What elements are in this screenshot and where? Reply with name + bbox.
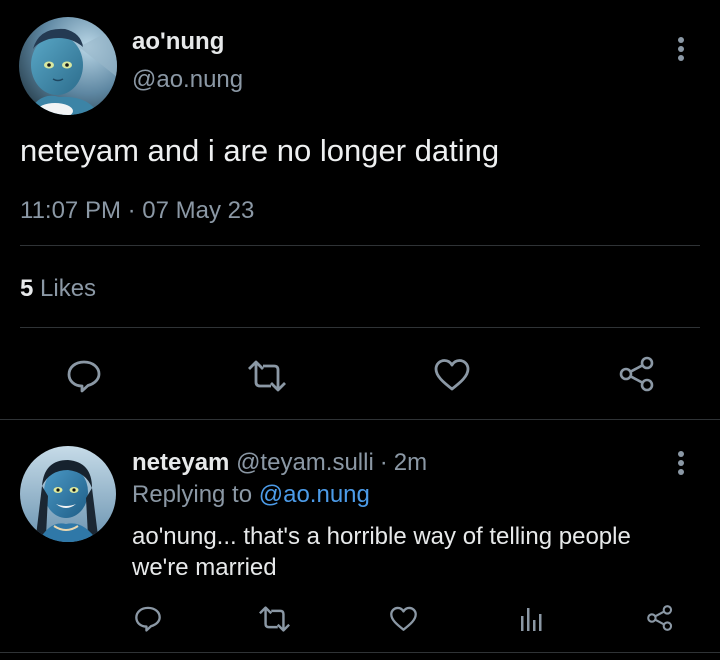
replying-handle-link[interactable]: @ao.nung	[259, 481, 370, 508]
reply-time: 2m	[393, 449, 428, 476]
likes-label: Likes	[40, 275, 97, 302]
replying-to: Replying to @ao.nung	[132, 481, 370, 509]
reply-text-line: we're married	[132, 554, 277, 581]
reply-separator: ·	[379, 449, 388, 476]
reply-text-line: ao'nung... that's a horrible way of tell…	[132, 523, 631, 550]
main-tweet-text: neteyam and i are no longer dating	[20, 133, 500, 168]
like-icon[interactable]	[389, 606, 418, 632]
reply-handle[interactable]: @teyam.sulli	[236, 449, 374, 476]
like-icon[interactable]	[433, 358, 471, 392]
retweet-icon[interactable]	[247, 360, 287, 392]
main-display-name[interactable]: ao'nung	[132, 28, 224, 56]
likes-count: 5	[20, 275, 34, 302]
analytics-icon[interactable]	[519, 606, 545, 632]
divider	[0, 652, 720, 653]
reply-icon[interactable]	[66, 357, 102, 393]
divider	[20, 245, 700, 246]
likes-stat[interactable]: 5 Likes	[20, 275, 96, 303]
more-vertical-icon[interactable]	[672, 36, 690, 64]
retweet-icon[interactable]	[258, 606, 291, 632]
divider	[20, 327, 700, 328]
main-timestamp[interactable]: 11:07 PM · 07 May 23	[20, 197, 254, 225]
reply-text: ao'nung... that's a horrible way of tell…	[132, 521, 631, 583]
divider	[0, 419, 720, 420]
avatar-neteyam[interactable]	[20, 446, 116, 542]
avatar-aonung[interactable]	[19, 17, 117, 115]
replying-prefix: Replying to	[132, 481, 253, 508]
more-vertical-icon[interactable]	[672, 450, 690, 478]
share-icon[interactable]	[618, 356, 656, 392]
main-handle[interactable]: @ao.nung	[132, 66, 243, 94]
share-icon[interactable]	[646, 604, 674, 632]
reply-icon[interactable]	[134, 604, 162, 632]
reply-header: neteyam @teyam.sulli · 2m	[132, 449, 427, 477]
reply-display-name[interactable]: neteyam	[132, 449, 229, 476]
